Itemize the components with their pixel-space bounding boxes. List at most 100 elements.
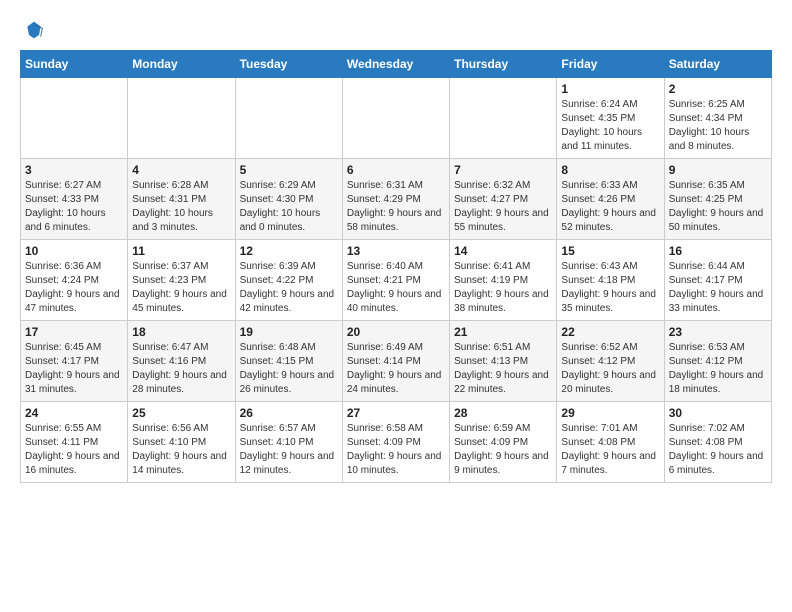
calendar-cell xyxy=(128,78,235,159)
day-number: 11 xyxy=(132,244,230,258)
calendar-cell: 6 Sunrise: 6:31 AMSunset: 4:29 PMDaylight… xyxy=(342,159,449,240)
weekday-header: Saturday xyxy=(664,51,771,78)
day-info: Sunrise: 6:35 AMSunset: 4:25 PMDaylight:… xyxy=(669,179,767,235)
calendar-cell: 8 Sunrise: 6:33 AMSunset: 4:26 PMDaylight… xyxy=(557,159,664,240)
day-number: 26 xyxy=(240,406,338,420)
day-number: 24 xyxy=(25,406,123,420)
calendar-cell: 30 Sunrise: 7:02 AMSunset: 4:08 PMDayligh… xyxy=(664,402,771,483)
header xyxy=(20,20,772,40)
calendar-cell: 5 Sunrise: 6:29 AMSunset: 4:30 PMDaylight… xyxy=(235,159,342,240)
day-number: 16 xyxy=(669,244,767,258)
day-number: 30 xyxy=(669,406,767,420)
day-number: 13 xyxy=(347,244,445,258)
weekday-header: Thursday xyxy=(450,51,557,78)
day-number: 22 xyxy=(561,325,659,339)
calendar-cell: 9 Sunrise: 6:35 AMSunset: 4:25 PMDaylight… xyxy=(664,159,771,240)
calendar-cell: 24 Sunrise: 6:55 AMSunset: 4:11 PMDayligh… xyxy=(21,402,128,483)
day-number: 18 xyxy=(132,325,230,339)
calendar-week-row: 17 Sunrise: 6:45 AMSunset: 4:17 PMDayligh… xyxy=(21,321,772,402)
day-info: Sunrise: 6:58 AMSunset: 4:09 PMDaylight:… xyxy=(347,422,445,478)
day-number: 4 xyxy=(132,163,230,177)
day-info: Sunrise: 6:45 AMSunset: 4:17 PMDaylight:… xyxy=(25,341,123,397)
day-number: 10 xyxy=(25,244,123,258)
calendar-cell xyxy=(21,78,128,159)
day-info: Sunrise: 6:48 AMSunset: 4:15 PMDaylight:… xyxy=(240,341,338,397)
day-info: Sunrise: 6:39 AMSunset: 4:22 PMDaylight:… xyxy=(240,260,338,316)
calendar-cell: 15Sunrise: 6:43 AMSunset: 4:18 PMDayligh… xyxy=(557,240,664,321)
calendar-cell xyxy=(235,78,342,159)
weekday-header: Sunday xyxy=(21,51,128,78)
calendar-cell: 16 Sunrise: 6:44 AMSunset: 4:17 PMDayligh… xyxy=(664,240,771,321)
calendar-cell: 11 Sunrise: 6:37 AMSunset: 4:23 PMDayligh… xyxy=(128,240,235,321)
day-info: Sunrise: 6:32 AMSunset: 4:27 PMDaylight:… xyxy=(454,179,552,235)
calendar-week-row: 10 Sunrise: 6:36 AMSunset: 4:24 PMDayligh… xyxy=(21,240,772,321)
day-info: Sunrise: 6:41 AMSunset: 4:19 PMDaylight:… xyxy=(454,260,552,316)
day-number: 6 xyxy=(347,163,445,177)
day-number: 12 xyxy=(240,244,338,258)
day-info: Sunrise: 6:47 AMSunset: 4:16 PMDaylight:… xyxy=(132,341,230,397)
calendar-cell: 19 Sunrise: 6:48 AMSunset: 4:15 PMDayligh… xyxy=(235,321,342,402)
calendar-cell xyxy=(450,78,557,159)
calendar-cell: 18 Sunrise: 6:47 AMSunset: 4:16 PMDayligh… xyxy=(128,321,235,402)
day-number: 23 xyxy=(669,325,767,339)
day-info: Sunrise: 6:57 AMSunset: 4:10 PMDaylight:… xyxy=(240,422,338,478)
day-number: 21 xyxy=(454,325,552,339)
day-number: 28 xyxy=(454,406,552,420)
day-info: Sunrise: 6:28 AMSunset: 4:31 PMDaylight:… xyxy=(132,179,230,235)
calendar-cell: 21 Sunrise: 6:51 AMSunset: 4:13 PMDayligh… xyxy=(450,321,557,402)
calendar-cell: 17 Sunrise: 6:45 AMSunset: 4:17 PMDayligh… xyxy=(21,321,128,402)
day-number: 27 xyxy=(347,406,445,420)
day-info: Sunrise: 6:27 AMSunset: 4:33 PMDaylight:… xyxy=(25,179,123,235)
logo-icon xyxy=(24,20,44,40)
calendar-cell: 12 Sunrise: 6:39 AMSunset: 4:22 PMDayligh… xyxy=(235,240,342,321)
day-info: Sunrise: 6:51 AMSunset: 4:13 PMDaylight:… xyxy=(454,341,552,397)
day-info: Sunrise: 6:43 AMSunset: 4:18 PMDaylight:… xyxy=(561,260,659,316)
day-info: Sunrise: 6:44 AMSunset: 4:17 PMDaylight:… xyxy=(669,260,767,316)
calendar-cell: 7 Sunrise: 6:32 AMSunset: 4:27 PMDaylight… xyxy=(450,159,557,240)
calendar-table: SundayMondayTuesdayWednesdayThursdayFrid… xyxy=(20,50,772,483)
logo xyxy=(20,20,44,40)
day-info: Sunrise: 6:56 AMSunset: 4:10 PMDaylight:… xyxy=(132,422,230,478)
calendar-week-row: 1Sunrise: 6:24 AMSunset: 4:35 PMDaylight… xyxy=(21,78,772,159)
day-info: Sunrise: 6:53 AMSunset: 4:12 PMDaylight:… xyxy=(669,341,767,397)
day-number: 1 xyxy=(561,82,659,96)
calendar-cell: 23 Sunrise: 6:53 AMSunset: 4:12 PMDayligh… xyxy=(664,321,771,402)
calendar-cell: 29Sunrise: 7:01 AMSunset: 4:08 PMDayligh… xyxy=(557,402,664,483)
calendar-cell: 25 Sunrise: 6:56 AMSunset: 4:10 PMDayligh… xyxy=(128,402,235,483)
day-number: 8 xyxy=(561,163,659,177)
day-info: Sunrise: 6:55 AMSunset: 4:11 PMDaylight:… xyxy=(25,422,123,478)
day-info: Sunrise: 6:40 AMSunset: 4:21 PMDaylight:… xyxy=(347,260,445,316)
calendar-cell: 14 Sunrise: 6:41 AMSunset: 4:19 PMDayligh… xyxy=(450,240,557,321)
day-info: Sunrise: 6:31 AMSunset: 4:29 PMDaylight:… xyxy=(347,179,445,235)
day-number: 7 xyxy=(454,163,552,177)
calendar-cell: 27 Sunrise: 6:58 AMSunset: 4:09 PMDayligh… xyxy=(342,402,449,483)
day-number: 29 xyxy=(561,406,659,420)
day-info: Sunrise: 6:59 AMSunset: 4:09 PMDaylight:… xyxy=(454,422,552,478)
calendar-cell: 2Sunrise: 6:25 AMSunset: 4:34 PMDaylight… xyxy=(664,78,771,159)
day-info: Sunrise: 6:25 AMSunset: 4:34 PMDaylight:… xyxy=(669,98,767,154)
day-number: 19 xyxy=(240,325,338,339)
calendar-cell: 4 Sunrise: 6:28 AMSunset: 4:31 PMDaylight… xyxy=(128,159,235,240)
day-info: Sunrise: 6:52 AMSunset: 4:12 PMDaylight:… xyxy=(561,341,659,397)
day-number: 3 xyxy=(25,163,123,177)
day-number: 25 xyxy=(132,406,230,420)
weekday-header: Tuesday xyxy=(235,51,342,78)
calendar-week-row: 24 Sunrise: 6:55 AMSunset: 4:11 PMDayligh… xyxy=(21,402,772,483)
day-info: Sunrise: 6:33 AMSunset: 4:26 PMDaylight:… xyxy=(561,179,659,235)
day-info: Sunrise: 6:37 AMSunset: 4:23 PMDaylight:… xyxy=(132,260,230,316)
day-number: 5 xyxy=(240,163,338,177)
calendar-cell: 20Sunrise: 6:49 AMSunset: 4:14 PMDayligh… xyxy=(342,321,449,402)
day-info: Sunrise: 6:49 AMSunset: 4:14 PMDaylight:… xyxy=(347,341,445,397)
day-info: Sunrise: 6:29 AMSunset: 4:30 PMDaylight:… xyxy=(240,179,338,235)
day-number: 9 xyxy=(669,163,767,177)
day-info: Sunrise: 6:36 AMSunset: 4:24 PMDaylight:… xyxy=(25,260,123,316)
day-number: 14 xyxy=(454,244,552,258)
calendar-cell: 22 Sunrise: 6:52 AMSunset: 4:12 PMDayligh… xyxy=(557,321,664,402)
weekday-header: Friday xyxy=(557,51,664,78)
calendar-cell: 28 Sunrise: 6:59 AMSunset: 4:09 PMDayligh… xyxy=(450,402,557,483)
day-number: 17 xyxy=(25,325,123,339)
weekday-header: Monday xyxy=(128,51,235,78)
calendar-header-row: SundayMondayTuesdayWednesdayThursdayFrid… xyxy=(21,51,772,78)
weekday-header: Wednesday xyxy=(342,51,449,78)
day-info: Sunrise: 7:02 AMSunset: 4:08 PMDaylight:… xyxy=(669,422,767,478)
